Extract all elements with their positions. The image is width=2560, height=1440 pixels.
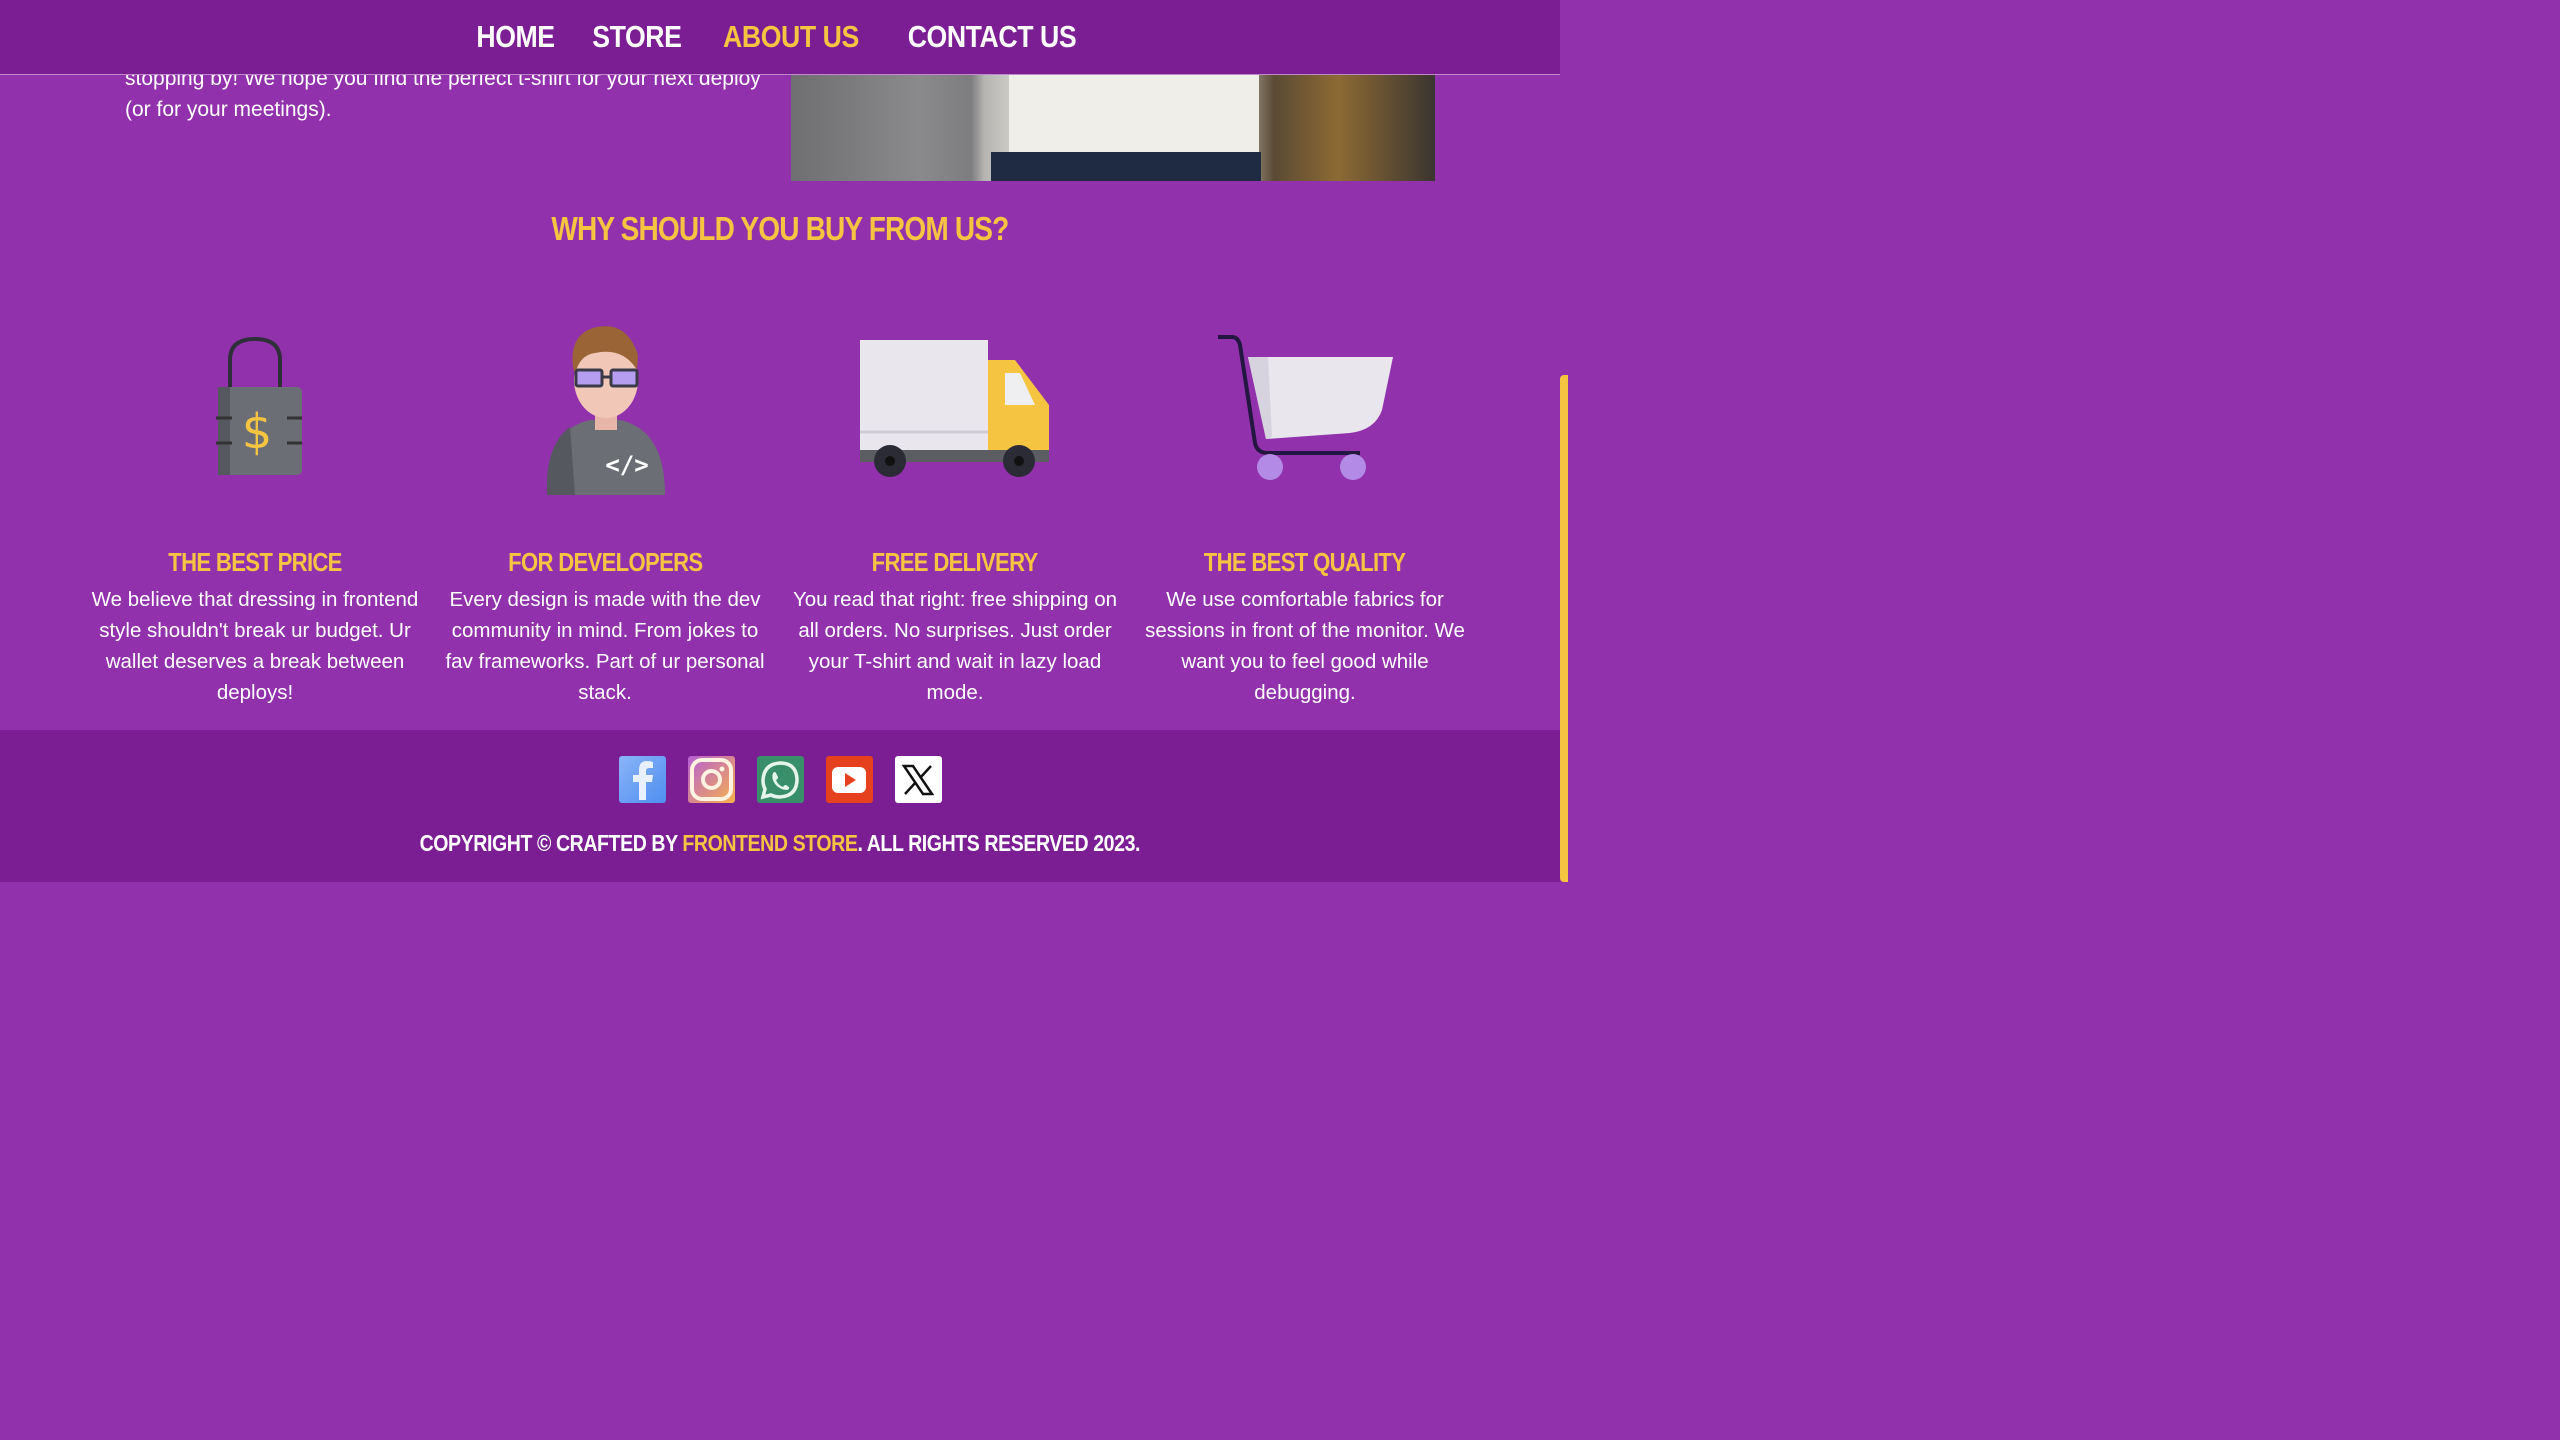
copyright-text: COPYRIGHT © CRAFTED BY FRONTEND STORE. A… [0,830,1560,857]
feature-text: We use comfortable fabrics for sessions … [1145,588,1465,704]
features-grid: $ THE BEST PRICE We believe that dressin… [80,315,1480,715]
developer-icon: </> [430,315,780,505]
copyright-prefix: COPYRIGHT © CRAFTED BY [419,830,683,856]
youtube-icon[interactable] [825,756,873,803]
nav-store-link[interactable]: STORE [592,19,682,55]
copyright-suffix: . ALL RIGHTS RESERVED 2023. [857,830,1141,856]
footer: COPYRIGHT © CRAFTED BY FRONTEND STORE. A… [0,730,1560,882]
feature-free-delivery: FREE DELIVERY You read that right: free … [780,315,1130,708]
facebook-icon[interactable] [618,756,666,803]
about-photo [791,60,1435,181]
price-tag-icon: $ [80,315,430,505]
feature-title: THE BEST QUALITY [1204,547,1406,577]
social-links [0,756,1560,803]
feature-best-quality: THE BEST QUALITY We use comfortable fabr… [1130,315,1480,708]
nav-home-link[interactable]: HOME [476,19,555,55]
svg-text:</>: </> [605,451,648,479]
about-text-line-2: (or for your meetings). [125,98,332,121]
main-navigation: HOME STORE ABOUT US CONTACT US [0,0,1560,75]
photo-jeans [991,152,1261,181]
copyright-brand[interactable]: FRONTEND STORE [683,830,859,856]
delivery-truck-icon [780,315,1130,505]
why-title: WHY SHOULD YOU BUY FROM US? [551,210,1009,247]
feature-for-developers: </> FOR DEVELOPERS Every design is made … [430,315,780,708]
nav-contact-link[interactable]: CONTACT US [908,19,1077,55]
svg-text:$: $ [242,404,273,460]
feature-best-price: $ THE BEST PRICE We believe that dressin… [80,315,430,708]
scrollbar[interactable] [1560,0,1568,882]
feature-title: FREE DELIVERY [872,547,1039,577]
instagram-icon[interactable] [687,756,735,803]
scrollbar-thumb[interactable] [1560,375,1568,882]
x-icon[interactable] [894,756,942,803]
feature-text: We believe that dressing in frontend sty… [91,588,419,704]
nav-about-link[interactable]: ABOUT US [724,19,860,55]
whatsapp-icon[interactable] [756,756,804,803]
feature-title: THE BEST PRICE [168,547,342,577]
shopping-cart-icon [1130,315,1480,505]
feature-text: Every design is made with the dev commun… [445,588,765,704]
feature-text: You read that right: free shipping on al… [792,588,1118,704]
feature-title: FOR DEVELOPERS [507,547,703,577]
